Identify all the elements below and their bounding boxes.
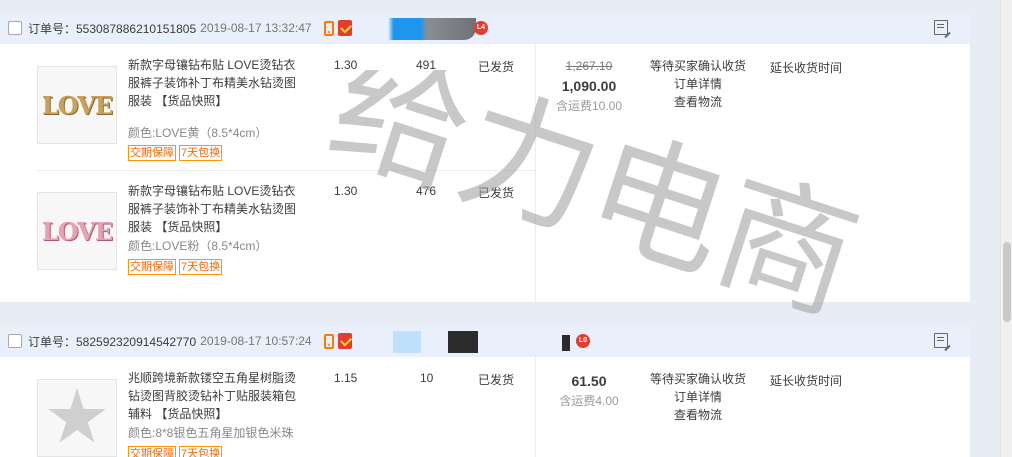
redacted-buyer-name — [393, 331, 421, 353]
star-patch-art — [48, 388, 106, 443]
redacted-buyer-name — [562, 335, 570, 351]
service-tag: 交期保障 — [128, 145, 176, 161]
order-header: 订单号：582592320914542770 2019-08-17 10:57:… — [0, 325, 970, 357]
service-tag: 7天包换 — [179, 259, 223, 275]
checkbox-icon[interactable] — [8, 334, 22, 348]
shipping-fee: 含运费4.00 — [559, 394, 619, 408]
trade-status-column: 等待买家确认收货 订单详情 查看物流 — [643, 370, 753, 424]
order-time: 2019-08-17 10:57:24 — [200, 334, 312, 348]
order-time: 2019-08-17 13:32:47 — [200, 21, 312, 35]
order-item-row: LOVE 新款字母镶钻布贴 LOVE烫钻衣服裤子装饰补丁布精美水钻烫图服装 【货… — [0, 44, 535, 170]
order-item-row: 兆顺跨境新款镂空五角星树脂烫钻烫图背胶烫钻补丁贴服装箱包辅料 【货品快照】 颜色… — [0, 357, 535, 457]
actual-total: 61.50 — [571, 373, 607, 389]
unit-price: 1.15 — [334, 371, 358, 385]
checkbox-icon[interactable] — [8, 21, 22, 35]
order-card: 订单号：582592320914542770 2019-08-17 10:57:… — [0, 325, 970, 457]
trade-status-column: 等待买家确认收货 订单详情 查看物流 — [643, 57, 753, 111]
item-status: 已发货 — [478, 373, 515, 387]
item-status: 已发货 — [478, 186, 515, 200]
product-thumbnail-art: LOVE — [41, 216, 113, 246]
extend-receipt-link[interactable]: 延长收货时间 — [770, 372, 842, 389]
product-thumbnail[interactable] — [37, 379, 117, 457]
product-thumbnail[interactable]: LOVE — [37, 66, 117, 144]
order-header: 订单号：553087886210151805 2019-08-17 13:32:… — [0, 12, 970, 44]
product-title-link[interactable]: 新款字母镶钻布贴 LOVE烫钻衣服裤子装饰补丁布精美水钻烫图服装 【货品快照】 — [128, 56, 304, 110]
order-total: 1,267.10 1,090.00 含运费10.00 — [536, 57, 642, 115]
extend-receipt-link[interactable]: 延长收货时间 — [770, 59, 842, 76]
order-detail-link[interactable]: 订单详情 — [643, 388, 753, 406]
remark-flag-icon[interactable] — [934, 20, 948, 35]
service-tag: 交期保障 — [128, 259, 176, 275]
vertical-scrollbar[interactable] — [1000, 0, 1012, 457]
quantity: 476 — [416, 184, 437, 198]
buyer-level-badge: L0 — [576, 334, 590, 348]
order-item-row: LOVE 新款字母镶钻布贴 LOVE烫钻衣服裤子装饰补丁布精美水钻烫图服装 【货… — [0, 170, 535, 296]
view-logistics-link[interactable]: 查看物流 — [643, 93, 753, 111]
product-thumbnail-art: LOVE — [41, 90, 113, 120]
service-tag: 7天包换 — [179, 446, 223, 457]
product-title-link[interactable]: 新款字母镶钻布贴 LOVE烫钻衣服裤子装饰补丁布精美水钻烫图服装 【货品快照】 — [128, 182, 304, 236]
original-total: 1,267.10 — [565, 59, 613, 73]
scrollbar-thumb[interactable] — [1003, 242, 1011, 322]
quantity: 10 — [420, 371, 434, 385]
buyer-level-badge: L4 — [474, 21, 488, 35]
service-tags: 交期保障 7天包换 — [128, 446, 223, 457]
order-card: 订单号：553087886210151805 2019-08-17 13:32:… — [0, 12, 970, 302]
service-tags: 交期保障 7天包换 — [128, 145, 223, 161]
item-status: 已发货 — [478, 60, 515, 74]
mobile-order-icon — [323, 333, 334, 349]
mobile-order-icon — [323, 20, 334, 36]
service-tag: 交期保障 — [128, 446, 176, 457]
product-sku: 颜色:8*8银色五角星加银色米珠 — [128, 426, 294, 440]
product-sku: 颜色:LOVE黄（8.5*4cm） — [128, 126, 268, 140]
quantity: 491 — [416, 58, 437, 72]
trade-status: 等待买家确认收货 — [649, 372, 746, 386]
remark-flag-icon[interactable] — [934, 333, 948, 348]
trade-status: 等待买家确认收货 — [649, 59, 746, 73]
product-sku: 颜色:LOVE粉（8.5*4cm） — [128, 239, 268, 253]
redacted-buyer-name — [366, 18, 476, 40]
redacted-buyer-name — [448, 331, 478, 353]
actual-total: 1,090.00 — [561, 78, 617, 94]
order-number: 订单号：582592320914542770 — [28, 334, 197, 349]
service-tag: 7天包换 — [179, 145, 223, 161]
order-number: 订单号：553087886210151805 — [28, 21, 197, 36]
unit-price: 1.30 — [334, 58, 358, 72]
view-logistics-link[interactable]: 查看物流 — [643, 406, 753, 424]
order-list-page: 订单号：553087886210151805 2019-08-17 13:32:… — [0, 0, 1012, 457]
product-title-link[interactable]: 兆顺跨境新款镂空五角星树脂烫钻烫图背胶烫钻补丁贴服装箱包辅料 【货品快照】 — [128, 369, 304, 423]
unit-price: 1.30 — [334, 184, 358, 198]
order-total: 61.50 含运费4.00 — [536, 370, 642, 410]
shipping-fee: 含运费10.00 — [555, 99, 623, 113]
service-tags: 交期保障 7天包换 — [128, 259, 223, 275]
order-detail-link[interactable]: 订单详情 — [643, 75, 753, 93]
guarantee-badge-icon — [337, 20, 352, 36]
guarantee-badge-icon — [337, 333, 352, 349]
product-thumbnail[interactable]: LOVE — [37, 192, 117, 270]
